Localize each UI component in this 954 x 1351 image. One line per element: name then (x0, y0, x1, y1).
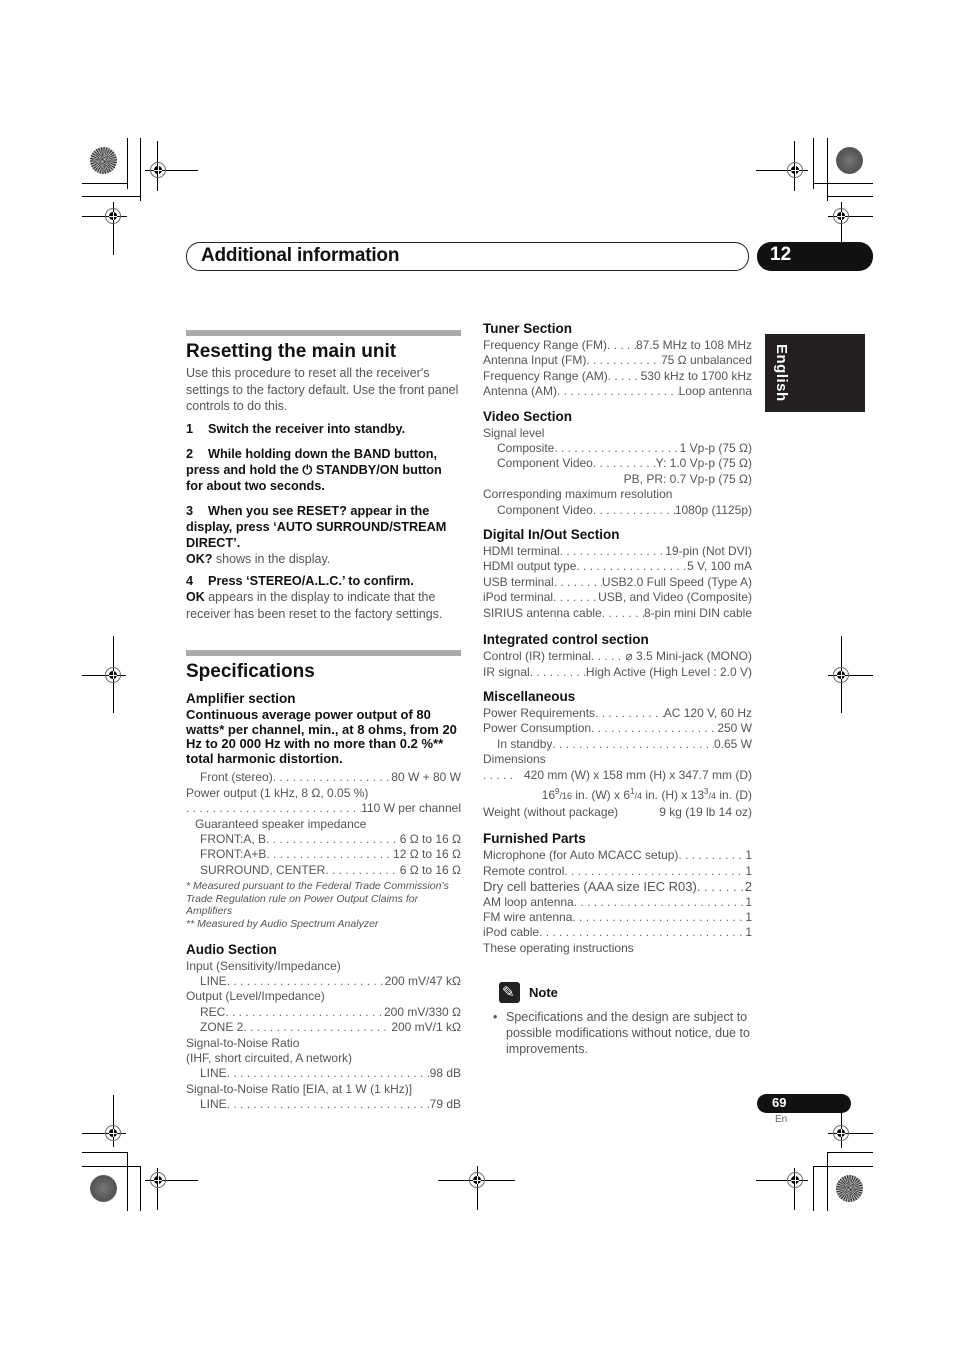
left-column: Resetting the main unit Use this procedu… (186, 330, 461, 1113)
chapter-number: 12 (757, 242, 873, 271)
spec-row: USB terminalUSB2.0 Full Speed (Type A) (483, 575, 752, 590)
list-item: iPod cable1 (483, 925, 752, 940)
language-label: English (773, 344, 790, 402)
tuner-heading: Tuner Section (483, 321, 573, 336)
chapter-header: Additional information (186, 242, 749, 271)
spec-row: SIRIUS antenna cable8-pin mini DIN cable (483, 606, 752, 621)
registration-mark-icon (150, 162, 166, 178)
specifications-title: Specifications (186, 661, 315, 682)
spec-row: LINE98 dB (186, 1066, 461, 1081)
spec-row: 110 W per channel (186, 801, 461, 816)
spec-row: FRONT:A+B12 Ω to 16 Ω (186, 847, 461, 862)
spec-row: Front (stereo)80 W + 80 W (186, 770, 461, 785)
note-header: Note (499, 982, 752, 1004)
spec-row: LINE79 dB (186, 1097, 461, 1112)
spec-label: Signal-to-Noise Ratio [EIA, at 1 W (1 kH… (186, 1081, 413, 1096)
reset-intro: Use this procedure to reset all the rece… (186, 366, 459, 413)
spec-row: Frequency Range (AM)530 kHz to 1700 kHz (483, 369, 752, 384)
list-item: AM loop antenna1 (483, 895, 752, 910)
registration-mark-icon (469, 1172, 485, 1188)
spec-row: Component Video1080p (1125p) (483, 503, 752, 518)
spec-label: Signal-to-Noise Ratio (186, 1035, 300, 1050)
note-item: • Specifications and the design are subj… (493, 1010, 750, 1057)
section-rule (186, 330, 461, 336)
page-number: 69 (757, 1094, 851, 1113)
list-item: These operating instructions (483, 940, 634, 955)
spec-label: Corresponding maximum resolution (483, 487, 673, 502)
spec-row: LINE200 mV/47 kΩ (186, 974, 461, 989)
language-tab: English (765, 334, 865, 412)
spec-label: Signal level (483, 425, 545, 440)
registration-mark-icon (787, 1172, 803, 1188)
spec-row: Control (IR) terminal⌀ 3.5 Mini-jack (MO… (483, 649, 752, 664)
spec-row: Power Consumption250 W (483, 721, 752, 736)
spec-row: ZONE 2200 mV/1 kΩ (186, 1020, 461, 1035)
list-item: Dry cell batteries (AAA size IEC R03)2 (483, 879, 752, 894)
spec-row: IR signalHigh Active (High Level : 2.0 V… (483, 665, 752, 680)
color-target-icon (90, 147, 117, 174)
color-target-icon (836, 1175, 863, 1202)
spec-value: PB, PR: 0.7 Vp-p (75 Ω) (623, 471, 752, 486)
video-heading: Video Section (483, 408, 573, 424)
page-language: En (775, 1114, 788, 1125)
reset-step: 2 While holding down the BAND button, pre… (186, 446, 442, 493)
color-target-icon (90, 1175, 117, 1202)
registration-mark-icon (833, 667, 849, 683)
spec-row: HDMI output type5 V, 100 mA (483, 559, 752, 574)
integrated-heading: Integrated control section (483, 632, 649, 648)
spec-row: Composite1 Vp-p (75 Ω) (483, 441, 752, 456)
spec-label: Dimensions (483, 752, 546, 767)
pencil-icon (499, 982, 520, 1004)
audio-heading: Audio Section (186, 941, 277, 957)
spec-row: Weight (without package) 9 kg (19 lb 14 o… (483, 804, 752, 819)
registration-mark-icon (150, 1172, 166, 1188)
reset-title: Resetting the main unit (186, 341, 397, 362)
bullet-icon: • (493, 1010, 498, 1025)
registration-mark-icon (105, 667, 121, 683)
spec-label: Guaranteed speaker impedance (195, 816, 367, 831)
footnote: ** Measured by Audio Spectrum Analyzer (186, 918, 379, 930)
list-item: Microphone (for Auto MCACC setup)1 (483, 848, 752, 863)
spec-row: Power RequirementsAC 120 V, 60 Hz (483, 706, 752, 721)
spec-row: Frequency Range (FM)87.5 MHz to 108 MHz (483, 338, 752, 353)
dimensions-inches: 169/16 in. (W) x 61/4 in. (H) x 133/4 in… (541, 786, 752, 802)
spec-row: iPod terminalUSB, and Video (Composite) (483, 590, 752, 605)
registration-mark-icon (105, 208, 121, 224)
reset-step: 3 When you see RESET? appear in the displ… (186, 503, 447, 550)
reset-step: 1 Switch the receiver into standby. (186, 421, 406, 436)
misc-heading: Miscellaneous (483, 688, 576, 704)
registration-mark-icon (833, 1125, 849, 1141)
reset-step: 4 Press ‘STEREO/A.L.C.’ to confirm. (186, 574, 414, 588)
spec-row: REC200 mV/330 Ω (186, 1005, 461, 1020)
footnote: * Measured pursuant to the Federal Trade… (186, 880, 449, 918)
spec-row: HDMI terminal19-pin (Not DVI) (483, 544, 752, 559)
digital-heading: Digital In/Out Section (483, 527, 620, 543)
furnished-heading: Furnished Parts (483, 831, 586, 847)
section-rule (186, 650, 461, 656)
spec-label: Output (Level/Impedance) (186, 989, 325, 1004)
amplifier-lead: Continuous average power output of 80 wa… (186, 707, 457, 766)
spec-label: Power output (1 kHz, 8 Ω, 0.05 %) (186, 785, 369, 800)
registration-mark-icon (833, 208, 849, 224)
reset-step-result: OK appears in the display to indicate th… (186, 590, 443, 621)
spec-row: SURROUND, CENTER6 Ω to 16 Ω (186, 863, 461, 878)
note-title: Note (529, 984, 558, 1000)
spec-label: (IHF, short circuited, A network) (186, 1051, 353, 1066)
color-target-icon (836, 147, 863, 174)
spec-row: Component VideoY: 1.0 Vp-p (75 Ω) (483, 456, 752, 471)
registration-mark-icon (787, 162, 803, 178)
spec-row: Antenna (AM)Loop antenna (483, 384, 752, 399)
spec-row: In standby0.65 W (483, 737, 752, 752)
amplifier-heading: Amplifier section (186, 691, 296, 706)
list-item: Remote control1 (483, 864, 752, 879)
spec-row: FRONT:A, B6 Ω to 16 Ω (186, 832, 461, 847)
spec-row: 420 mm (W) x 158 mm (H) x 347.7 mm (D) (483, 768, 752, 783)
reset-step-result: OK? shows in the display. (186, 551, 331, 566)
list-item: FM wire antenna1 (483, 910, 752, 925)
registration-mark-icon (105, 1125, 121, 1141)
chapter-title: Additional information (201, 245, 400, 266)
spec-row: Antenna Input (FM)75 Ω unbalanced (483, 353, 752, 368)
right-column: Tuner Section Frequency Range (FM)87.5 M… (483, 320, 752, 1057)
spec-label: Input (Sensitivity/Impedance) (186, 958, 341, 973)
